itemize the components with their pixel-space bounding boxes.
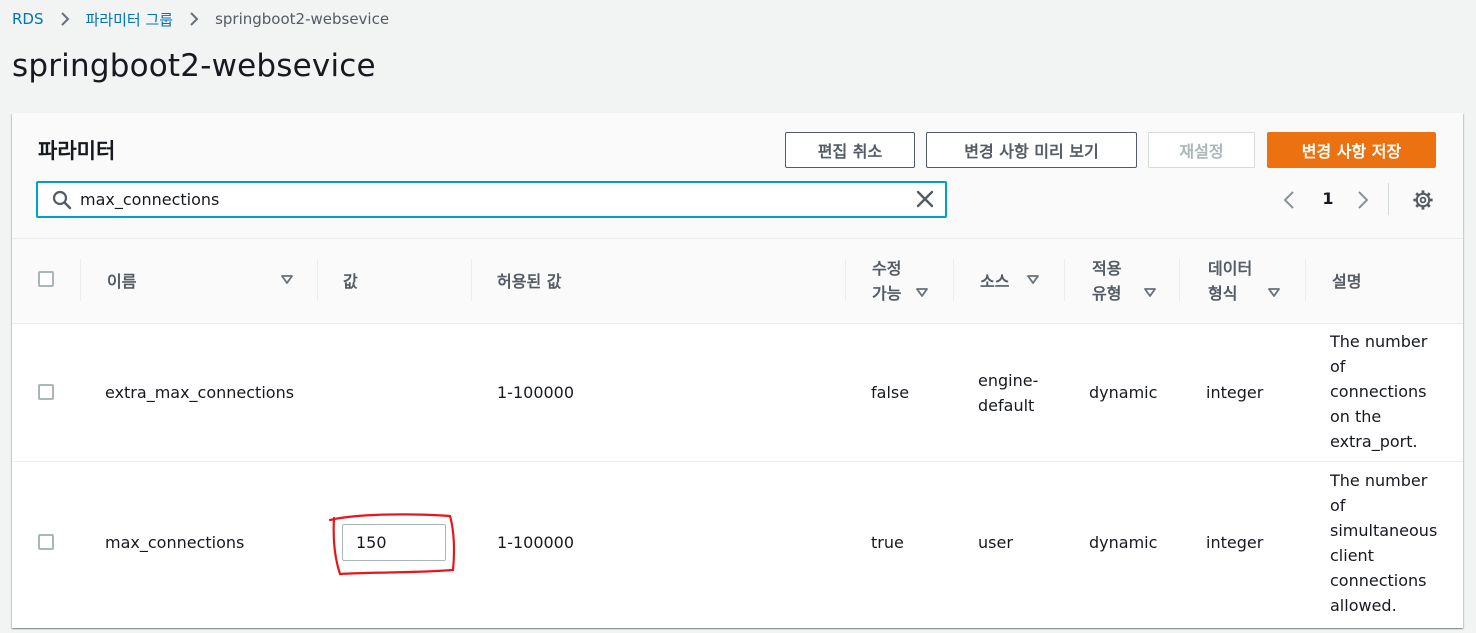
header-label-apply-type-line2: 유형 (1092, 284, 1122, 303)
column-divider (845, 259, 846, 301)
breadcrumb-current: springboot2-websevice (215, 10, 390, 28)
panel-title: 파라미터 (38, 139, 116, 163)
save-changes-button[interactable]: 변경 사항 저장 (1267, 132, 1436, 168)
column-header-allowed-values: 허용된 값 (497, 239, 561, 323)
cell-source-line1: engine- (978, 370, 1039, 390)
header-label-modifiable-line1: 수정 (872, 259, 902, 278)
column-header-source[interactable]: 소스 (980, 239, 1009, 323)
cancel-edit-button[interactable]: 편집 취소 (785, 132, 915, 168)
sort-caret-down-icon[interactable] (1144, 288, 1156, 298)
description-line: connections (1330, 571, 1427, 590)
column-header-value: 값 (343, 239, 358, 323)
cell-name: max_connections (105, 533, 245, 552)
column-header-data-type[interactable]: 데이터형식 (1208, 239, 1252, 323)
cell-source: user (978, 533, 1013, 552)
breadcrumb-link-parameter-groups[interactable]: 파라미터 그룹 (86, 9, 174, 30)
description-line: The number (1330, 471, 1428, 490)
table-row: extra_max_connections 1-100000 false eng… (12, 324, 1463, 462)
description-line: simultaneous (1330, 521, 1438, 540)
row-checkbox[interactable] (38, 384, 54, 400)
header-label-name: 이름 (107, 271, 137, 291)
gear-icon[interactable] (1412, 189, 1434, 215)
chevron-left-icon[interactable] (1282, 190, 1296, 214)
table-header: 이름 값 허용된 값 수정가능 소스 적용유형 데이터형식 설명 (12, 239, 1463, 324)
cell-data-type: integer (1206, 533, 1264, 552)
header-label-allowed-values: 허용된 값 (497, 271, 562, 291)
column-divider (1064, 259, 1065, 301)
description-line: of (1330, 357, 1346, 376)
chevron-right-icon (189, 11, 199, 27)
cell-modifiable: false (871, 383, 910, 402)
breadcrumb-link-rds[interactable]: RDS (12, 10, 44, 28)
header-label-value: 값 (343, 271, 358, 291)
description-line: connections (1330, 382, 1427, 401)
cell-description: The number of simultaneous client connec… (1330, 468, 1437, 618)
column-header-name[interactable]: 이름 (107, 239, 136, 323)
sort-caret-down-icon[interactable] (916, 288, 928, 298)
description-line: client (1330, 546, 1374, 565)
column-divider (1179, 259, 1180, 301)
search-input[interactable] (80, 186, 900, 213)
page-title: springboot2-websevice (12, 48, 376, 84)
cell-allowed-values: 1-100000 (497, 533, 575, 552)
cell-allowed-values: 1-100000 (497, 383, 575, 402)
description-line: on the (1330, 407, 1382, 426)
chevron-right-icon (60, 11, 70, 27)
row-checkbox[interactable] (38, 534, 54, 550)
cell-name: extra_max_connections (105, 383, 295, 402)
header-label-source: 소스 (980, 271, 1010, 291)
description-line: of (1330, 496, 1346, 515)
table-row: max_connections 1-100000 true user dynam… (12, 462, 1463, 628)
preview-changes-button[interactable]: 변경 사항 미리 보기 (926, 132, 1137, 168)
select-all-checkbox[interactable] (38, 271, 54, 287)
description-line: allowed. (1330, 596, 1397, 615)
search-icon (52, 190, 72, 214)
sort-caret-down-icon[interactable] (281, 275, 293, 285)
header-label-description: 설명 (1332, 271, 1362, 291)
column-divider (80, 259, 81, 301)
column-divider (953, 259, 954, 301)
parameters-panel: 파라미터 편집 취소 변경 사항 미리 보기 재설정 변경 사항 저장 1 (12, 113, 1463, 628)
chevron-right-icon[interactable] (1356, 190, 1370, 214)
cell-source: engine-default (978, 324, 1038, 461)
cell-apply-type: dynamic (1089, 383, 1158, 402)
header-label-modifiable-line2: 가능 (872, 284, 902, 303)
pagination-divider (1388, 183, 1389, 215)
sort-caret-down-icon[interactable] (1027, 275, 1039, 285)
close-icon[interactable] (916, 190, 934, 212)
description-line: The number (1330, 332, 1428, 351)
column-divider (1305, 259, 1306, 301)
search-box (36, 181, 947, 218)
cell-description: The number of connections on the extra_p… (1330, 329, 1427, 454)
column-header-apply-type[interactable]: 적용유형 (1092, 239, 1121, 323)
cell-data-type: integer (1206, 383, 1264, 402)
header-label-data-type-line2: 형식 (1208, 284, 1238, 303)
value-input[interactable] (342, 524, 446, 561)
column-divider (317, 259, 318, 301)
description-line: extra_port. (1330, 432, 1418, 451)
reset-button[interactable]: 재설정 (1148, 132, 1255, 168)
header-label-data-type-line1: 데이터 (1208, 259, 1253, 278)
column-divider (471, 259, 472, 301)
header-label-apply-type-line1: 적용 (1092, 259, 1122, 278)
sort-caret-down-icon[interactable] (1268, 288, 1280, 298)
column-header-description: 설명 (1332, 239, 1361, 323)
column-header-modifiable[interactable]: 수정가능 (872, 239, 901, 323)
panel-header: 파라미터 편집 취소 변경 사항 미리 보기 재설정 변경 사항 저장 1 (12, 113, 1463, 239)
cell-source-line2: default (978, 395, 1035, 415)
cell-modifiable: true (871, 533, 904, 552)
cell-apply-type: dynamic (1089, 533, 1158, 552)
current-page-number[interactable]: 1 (1318, 189, 1338, 208)
breadcrumb: RDS 파라미터 그룹 springboot2-websevice (12, 8, 389, 30)
